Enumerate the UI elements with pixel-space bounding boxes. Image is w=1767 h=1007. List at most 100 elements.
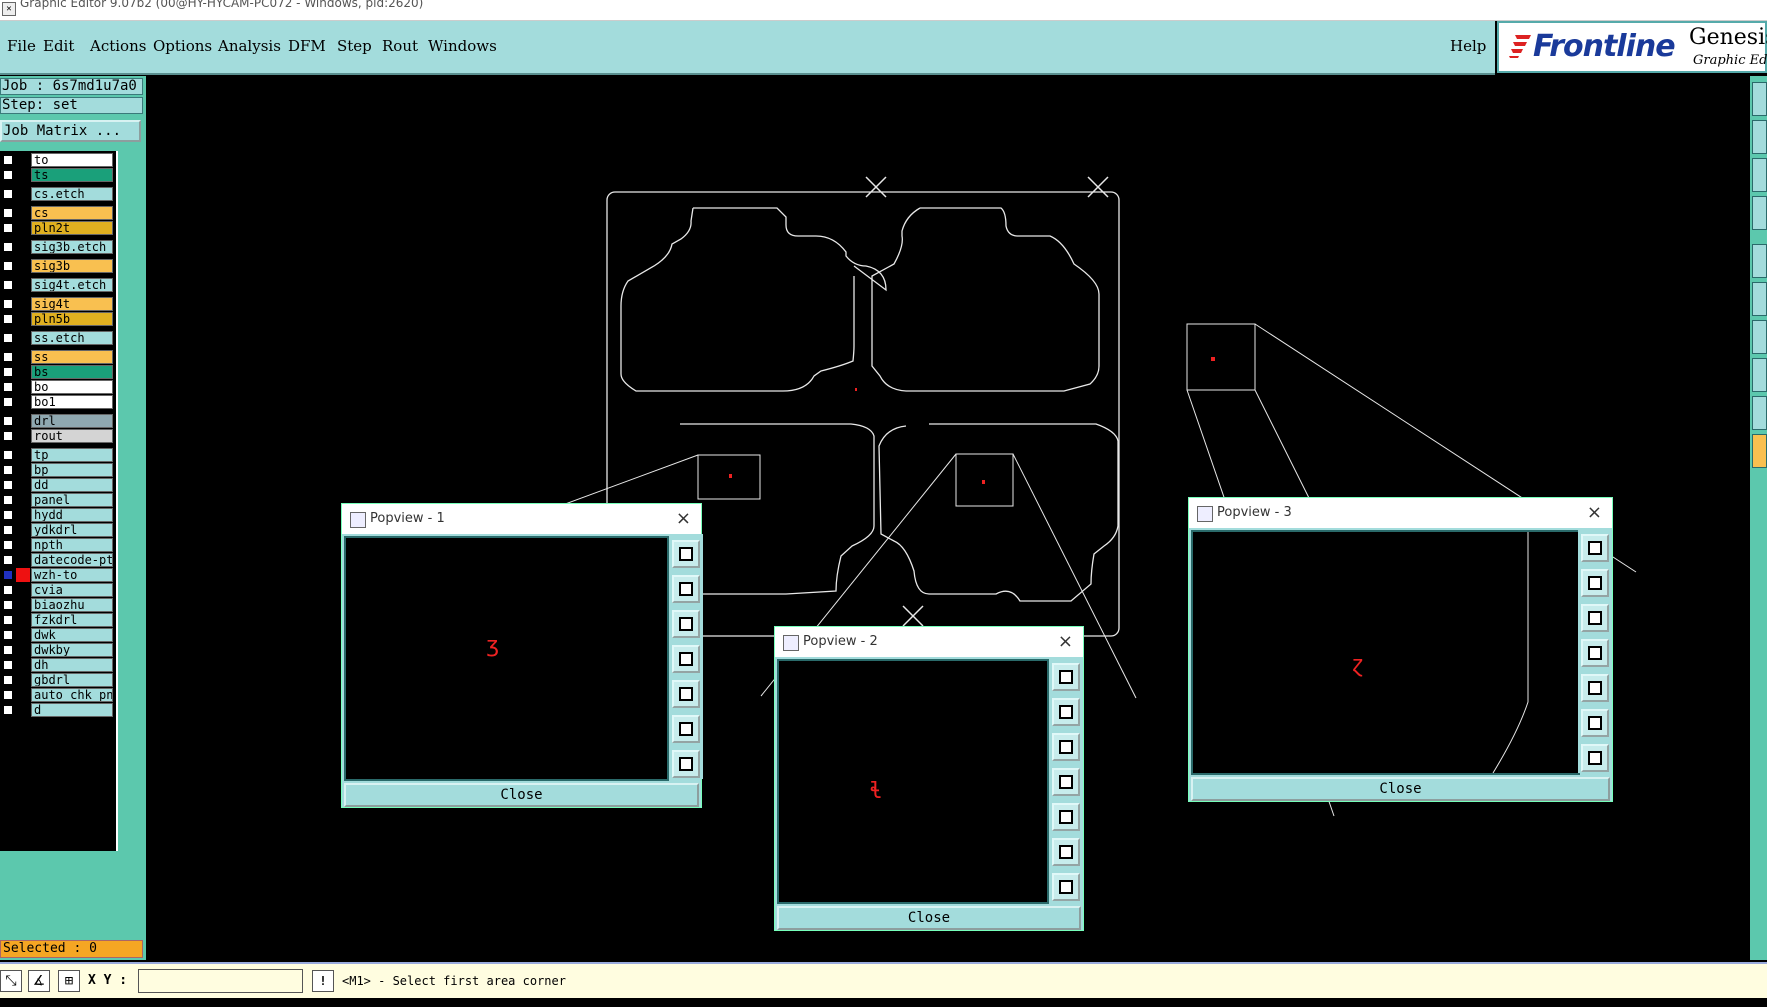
layer-row-sig3b-etch[interactable]: sig3b.etch — [0, 240, 116, 254]
layer-row-auto-chk-pn[interactable]: auto_chk_pn — [0, 688, 116, 702]
layer-checkbox[interactable] — [3, 416, 13, 426]
layer-checkbox[interactable] — [3, 450, 13, 460]
menu-dfm[interactable]: DFM — [288, 37, 326, 55]
layer-name[interactable]: sig3b.etch — [31, 240, 113, 254]
layer-name[interactable]: bs — [31, 365, 113, 379]
zoom-icon[interactable] — [672, 540, 700, 568]
layer-checkbox[interactable] — [3, 525, 13, 535]
popview-3-close-button[interactable]: Close — [1191, 777, 1610, 801]
popview-1-view[interactable]: ʒ — [344, 536, 669, 781]
layer-checkbox[interactable] — [3, 314, 13, 324]
layer-checkbox[interactable] — [3, 675, 13, 685]
xy-input[interactable] — [138, 969, 303, 993]
pan-right-icon[interactable] — [1581, 674, 1609, 702]
layer-checkbox[interactable] — [3, 465, 13, 475]
pan-down-icon[interactable] — [672, 610, 700, 638]
pan-up-icon[interactable] — [1581, 569, 1609, 597]
layer-name[interactable]: dd — [31, 478, 113, 492]
layer-name[interactable]: sig3b — [31, 259, 113, 273]
zoom-in-icon[interactable] — [1581, 709, 1609, 737]
layer-name[interactable]: tp — [31, 448, 113, 462]
pan-left-icon[interactable] — [672, 645, 700, 673]
layer-affected-indicator[interactable] — [16, 187, 30, 201]
layer-affected-indicator[interactable] — [16, 643, 30, 657]
layer-affected-indicator[interactable] — [16, 673, 30, 687]
layer-row-dwkby[interactable]: dwkby — [0, 643, 116, 657]
layer-affected-indicator[interactable] — [16, 613, 30, 627]
layer-row-ss[interactable]: ss — [0, 350, 116, 364]
zoom-icon[interactable] — [1052, 663, 1080, 691]
right-tool-7[interactable] — [1752, 320, 1767, 354]
layer-checkbox[interactable] — [3, 495, 13, 505]
layer-checkbox[interactable] — [3, 510, 13, 520]
layer-checkbox[interactable] — [3, 570, 13, 580]
layer-name[interactable]: npth — [31, 538, 113, 552]
layer-name[interactable]: cs — [31, 206, 113, 220]
layer-affected-indicator[interactable] — [16, 448, 30, 462]
layer-checkbox[interactable] — [3, 382, 13, 392]
right-tool-9[interactable] — [1752, 396, 1767, 430]
layer-row-ts[interactable]: ts — [0, 168, 116, 182]
layer-checkbox[interactable] — [3, 705, 13, 715]
layer-row-pln5b[interactable]: pln5b — [0, 312, 116, 326]
layer-row-bp[interactable]: bp — [0, 463, 116, 477]
layer-name[interactable]: bo1 — [31, 395, 113, 409]
layer-affected-indicator[interactable] — [16, 312, 30, 326]
layer-checkbox[interactable] — [3, 600, 13, 610]
layer-row-panel[interactable]: panel — [0, 493, 116, 507]
layer-row-rout[interactable]: rout — [0, 429, 116, 443]
zoom-icon[interactable] — [1581, 534, 1609, 562]
layer-affected-indicator[interactable] — [16, 240, 30, 254]
layer-name[interactable]: gbdrl — [31, 673, 113, 687]
right-tool-2[interactable] — [1752, 120, 1767, 154]
layer-row-to[interactable]: to — [0, 153, 116, 167]
layer-row-cvia[interactable]: cvia — [0, 583, 116, 597]
layer-name[interactable]: cs.etch — [31, 187, 113, 201]
layer-affected-indicator[interactable] — [16, 153, 30, 167]
layer-row-ydkdrl[interactable]: ydkdrl — [0, 523, 116, 537]
right-tool-5[interactable] — [1752, 244, 1767, 278]
layer-row-ss-etch[interactable]: ss.etch — [0, 331, 116, 345]
pan-up-icon[interactable] — [1052, 698, 1080, 726]
pan-left-icon[interactable] — [1581, 639, 1609, 667]
layer-name[interactable]: ss.etch — [31, 331, 113, 345]
layer-name[interactable]: wzh-to — [31, 568, 113, 582]
layer-checkbox[interactable] — [3, 223, 13, 233]
layer-affected-indicator[interactable] — [16, 568, 30, 582]
layer-row-dwk[interactable]: dwk — [0, 628, 116, 642]
zoom-out-icon[interactable] — [1581, 744, 1609, 772]
exclaim-button[interactable]: ! — [312, 970, 334, 992]
layer-row-tp[interactable]: tp — [0, 448, 116, 462]
layer-checkbox[interactable] — [3, 333, 13, 343]
menu-windows[interactable]: Windows — [428, 37, 497, 55]
layer-name[interactable]: pln2t — [31, 221, 113, 235]
layer-affected-indicator[interactable] — [16, 478, 30, 492]
menu-file[interactable]: File — [7, 37, 36, 55]
popview-2-view[interactable]: ɬ — [777, 659, 1049, 904]
layer-affected-indicator[interactable] — [16, 206, 30, 220]
layer-affected-indicator[interactable] — [16, 350, 30, 364]
layer-name[interactable]: auto_chk_pn — [31, 688, 113, 702]
layer-affected-indicator[interactable] — [16, 429, 30, 443]
layer-name[interactable]: biaozhu — [31, 598, 113, 612]
pan-down-icon[interactable] — [1581, 604, 1609, 632]
menu-options[interactable]: Options — [153, 37, 212, 55]
layer-row-drl[interactable]: drl — [0, 414, 116, 428]
layer-row-hydd[interactable]: hydd — [0, 508, 116, 522]
layer-checkbox[interactable] — [3, 690, 13, 700]
pan-right-icon[interactable] — [672, 680, 700, 708]
close-icon[interactable]: × — [1587, 502, 1602, 523]
layer-checkbox[interactable] — [3, 431, 13, 441]
layer-name[interactable]: ydkdrl — [31, 523, 113, 537]
layer-row-sig4t[interactable]: sig4t — [0, 297, 116, 311]
layer-name[interactable]: panel — [31, 493, 113, 507]
layer-checkbox[interactable] — [3, 585, 13, 595]
layer-row-pln2t[interactable]: pln2t — [0, 221, 116, 235]
layer-name[interactable]: dwk — [31, 628, 113, 642]
layer-affected-indicator[interactable] — [16, 278, 30, 292]
layer-affected-indicator[interactable] — [16, 583, 30, 597]
layer-row-bo[interactable]: bo — [0, 380, 116, 394]
layer-name[interactable]: fzkdrl — [31, 613, 113, 627]
layer-checkbox[interactable] — [3, 352, 13, 362]
layer-affected-indicator[interactable] — [16, 168, 30, 182]
